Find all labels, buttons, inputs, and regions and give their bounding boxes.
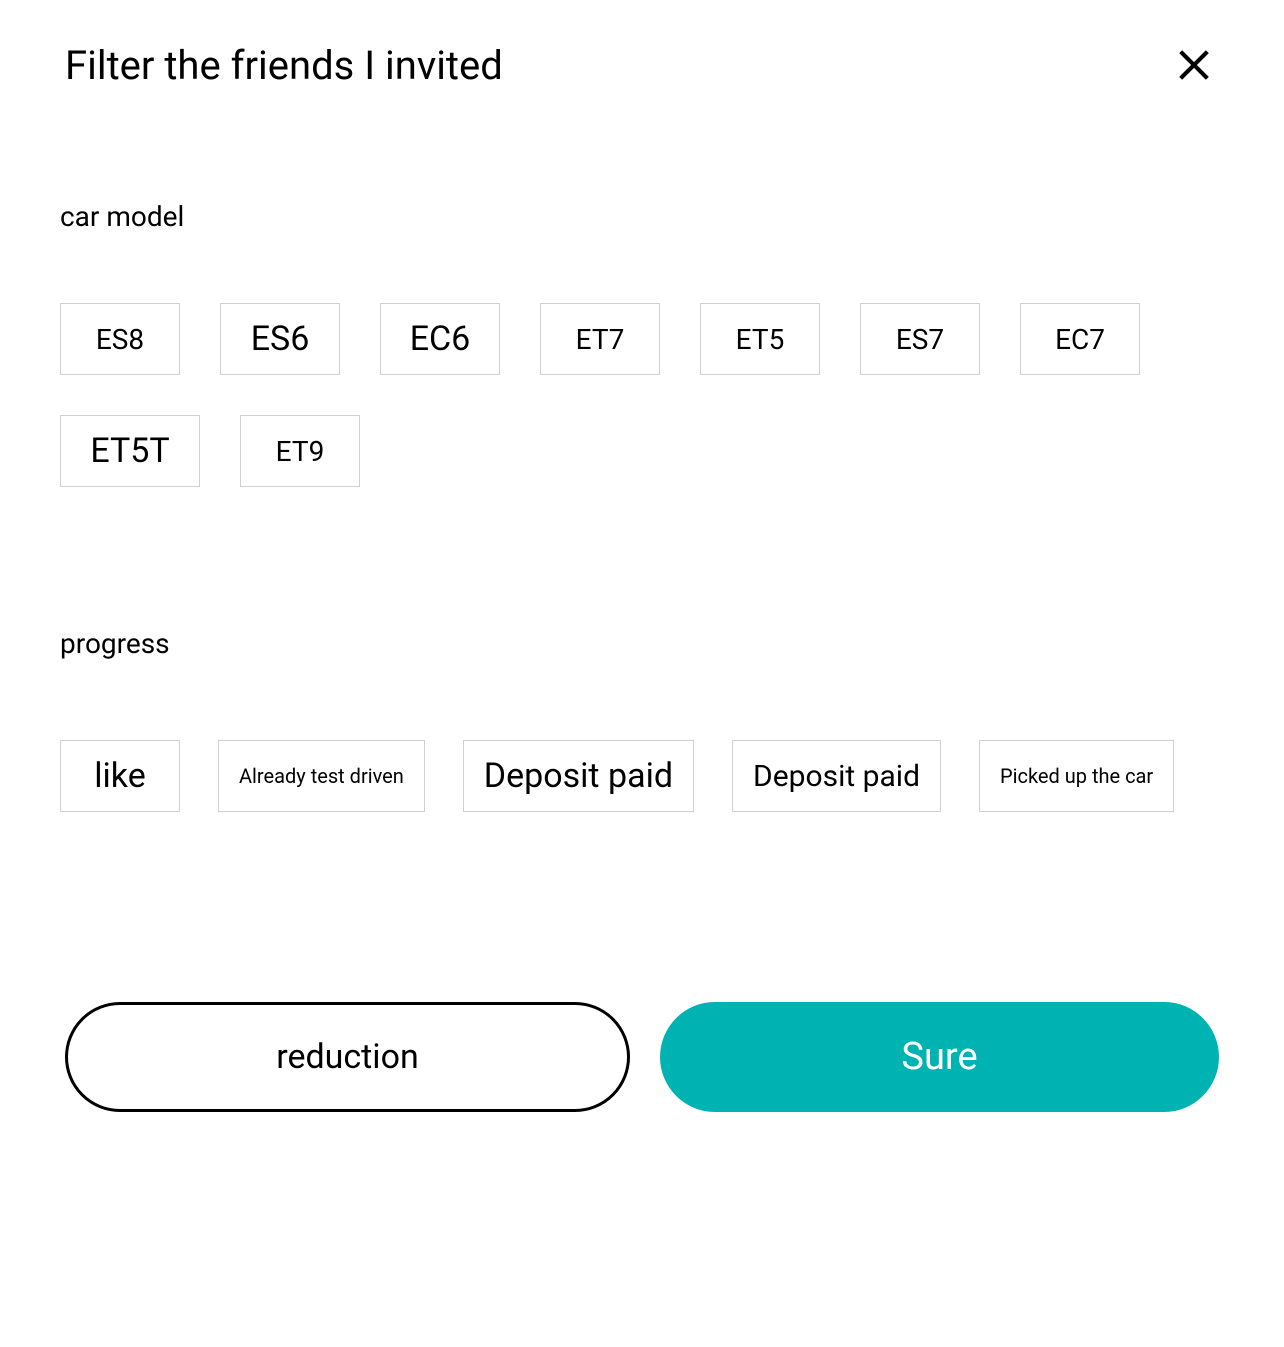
close-icon <box>1174 45 1214 85</box>
progress-options: like Already test driven Deposit paid De… <box>60 740 1224 812</box>
car-chip-et5[interactable]: ET5 <box>700 303 820 375</box>
car-chip-et7[interactable]: ET7 <box>540 303 660 375</box>
progress-chip-picked-up[interactable]: Picked up the car <box>979 740 1174 812</box>
progress-label: progress <box>60 627 1224 660</box>
sure-button[interactable]: Sure <box>660 1002 1219 1112</box>
car-model-options: ES8 ES6 EC6 ET7 ET5 ES7 EC7 ET5T ET9 <box>60 303 1224 487</box>
car-chip-et5t[interactable]: ET5T <box>60 415 200 487</box>
progress-chip-like[interactable]: like <box>60 740 180 812</box>
progress-chip-deposit-1[interactable]: Deposit paid <box>463 740 694 812</box>
page-title: Filter the friends I invited <box>65 42 503 89</box>
car-chip-ec7[interactable]: EC7 <box>1020 303 1140 375</box>
car-chip-ec6[interactable]: EC6 <box>380 303 500 375</box>
progress-chip-deposit-2[interactable]: Deposit paid <box>732 740 941 812</box>
car-chip-et9[interactable]: ET9 <box>240 415 360 487</box>
progress-chip-test-driven[interactable]: Already test driven <box>218 740 425 812</box>
car-chip-es8[interactable]: ES8 <box>60 303 180 375</box>
reduction-button[interactable]: reduction <box>65 1002 630 1112</box>
close-button[interactable] <box>1169 40 1219 90</box>
car-chip-es7[interactable]: ES7 <box>860 303 980 375</box>
car-model-label: car model <box>60 200 1224 233</box>
car-chip-es6[interactable]: ES6 <box>220 303 340 375</box>
